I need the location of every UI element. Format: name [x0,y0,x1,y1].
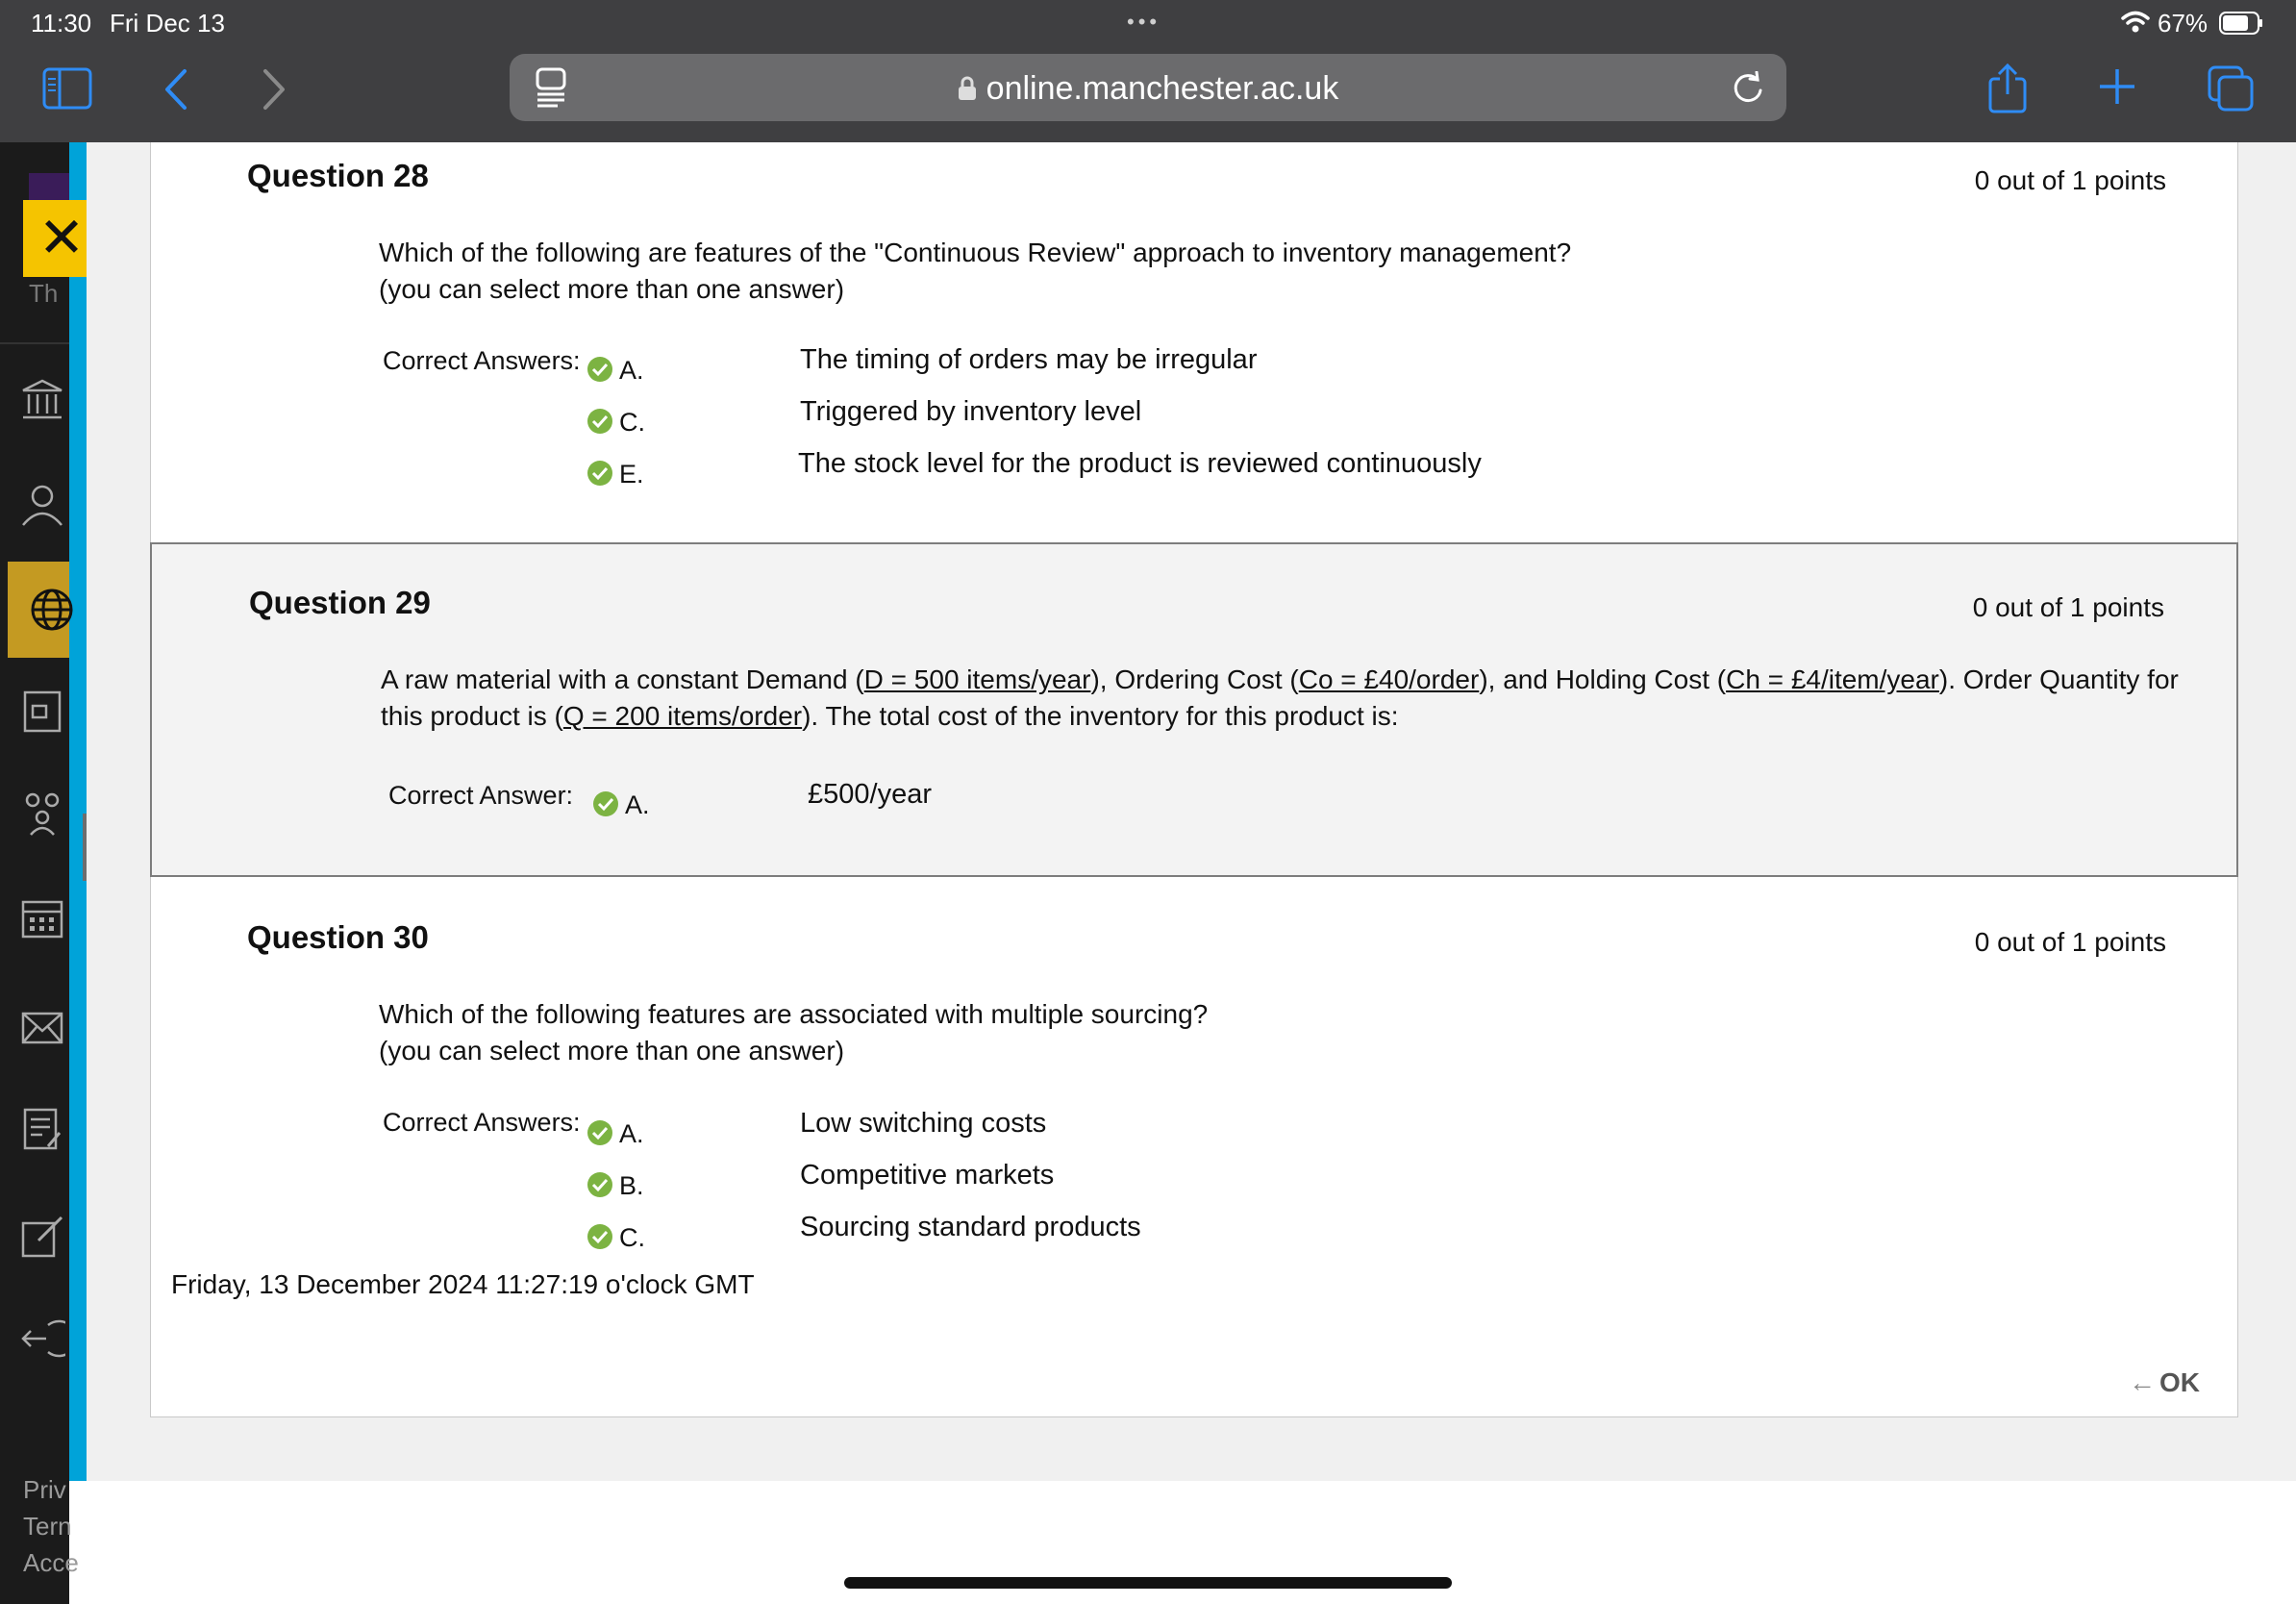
question-points: 0 out of 1 points [1974,927,2166,957]
order-quantity-value: Q = 200 items/order [562,701,803,731]
answer-letter: B. [619,1171,644,1200]
answer-text: Triggered by inventory level [800,396,1142,427]
status-date: Fri Dec 13 [110,9,225,38]
edit-icon[interactable] [19,1214,65,1260]
status-bar: 11:30 Fri Dec 13 ••• 67% [0,0,2296,46]
lms-left-nav: Th [0,142,69,1604]
correct-check-icon [587,1224,612,1249]
question-text-line: (you can select more than one answer) [379,1036,845,1065]
ok-button[interactable]: ← OK [2129,1367,2200,1398]
question-points: 0 out of 1 points [1972,592,2164,622]
globe-icon[interactable] [29,587,75,633]
question-text-part: A raw material with a constant Demand ( [381,664,864,694]
question-text-line: (you can select more than one answer) [379,274,845,304]
institution-icon[interactable] [19,377,65,423]
answer-letter: C. [619,408,645,437]
answer-text: The stock level for the product is revie… [798,448,1482,479]
question-text: Which of the following features are asso… [379,996,2186,1069]
question-text-line: Which of the following features are asso… [379,999,1209,1029]
question-text-line: Which of the following are features of t… [379,238,1572,267]
question-title: Question 29 [249,585,431,620]
sign-out-icon[interactable] [19,1316,65,1362]
answers-label: Correct Answers: [383,346,581,375]
home-indicator[interactable] [844,1577,1452,1589]
question-29: Question 29 0 out of 1 points A raw mate… [150,542,2238,877]
answer-text: £500/year [808,779,932,810]
back-icon[interactable] [162,67,190,112]
reload-icon[interactable] [1731,71,1765,106]
answer-text: The timing of orders may be irregular [800,344,1258,375]
submission-timestamp: Friday, 13 December 2024 11:27:19 o'cloc… [171,1269,755,1299]
forward-icon[interactable] [260,67,288,112]
tabs-overview-icon[interactable] [2208,65,2254,112]
lock-icon [958,76,976,100]
battery-icon [2219,12,2262,35]
answer-letter: A. [619,1119,644,1148]
status-time: 11:30 [31,9,92,38]
answer-letter: A. [619,356,644,385]
courses-icon[interactable] [19,689,65,735]
calendar-icon[interactable] [19,894,65,940]
footer-link-privacy[interactable]: Priv [23,1475,66,1505]
ok-label: OK [2159,1367,2200,1397]
answer-text: Low switching costs [800,1108,1047,1139]
nav-accent-bar [69,142,87,1481]
answers-label: Correct Answer: [388,781,574,810]
profile-icon[interactable] [19,481,65,527]
correct-check-icon [593,791,618,816]
answer-letter: A. [625,790,650,819]
correct-check-icon [587,409,612,434]
correct-check-icon [587,1172,612,1197]
question-points: 0 out of 1 points [1974,165,2166,195]
grades-icon[interactable] [19,1106,65,1152]
answer-text: Competitive markets [800,1160,1055,1190]
holding-cost-value: Ch = £4/item/year [1726,664,1939,694]
share-icon[interactable] [1986,62,2029,115]
multitasking-dots-icon[interactable]: ••• [1127,10,1160,35]
wifi-icon [2121,11,2150,33]
back-arrow-icon: ← [2129,1367,2156,1397]
question-title: Question 28 [247,158,429,193]
question-text: Which of the following are features of t… [379,235,2186,308]
question-text-part: ). The total cost of the inventory for t… [802,701,1399,731]
ordering-cost-value: Co = £40/order [1298,664,1480,694]
question-text: A raw material with a constant Demand (D… [381,662,2188,735]
correct-check-icon [587,461,612,486]
footer-link-accessibility[interactable]: Acce [23,1548,79,1578]
question-text-part: ), and Holding Cost ( [1479,664,1727,694]
footer-link-terms[interactable]: Tern [23,1512,72,1541]
sidebar-toggle-icon[interactable] [42,67,92,110]
correct-check-icon [587,357,612,382]
new-tab-icon[interactable] [2098,67,2136,106]
question-text-part: ), Ordering Cost ( [1090,664,1299,694]
demand-value: D = 500 items/year [863,664,1091,694]
url-text: online.manchester.ac.uk [986,70,1339,107]
answer-letter: E. [619,460,644,489]
answer-text: Sourcing standard products [800,1212,1141,1242]
nav-partial-text: Th [29,279,59,308]
question-30: Question 30 0 out of 1 points Which of t… [150,877,2238,1252]
correct-check-icon [587,1120,612,1145]
question-28: Question 28 0 out of 1 points Which of t… [150,142,2238,542]
answer-letter: C. [619,1223,645,1252]
address-bar[interactable]: online.manchester.ac.uk [510,54,1786,121]
answers-label: Correct Answers: [383,1108,581,1137]
question-title: Question 30 [247,919,429,955]
mail-icon[interactable] [19,1004,65,1050]
groups-icon[interactable] [19,790,65,837]
battery-percent: 67% [2158,9,2209,38]
